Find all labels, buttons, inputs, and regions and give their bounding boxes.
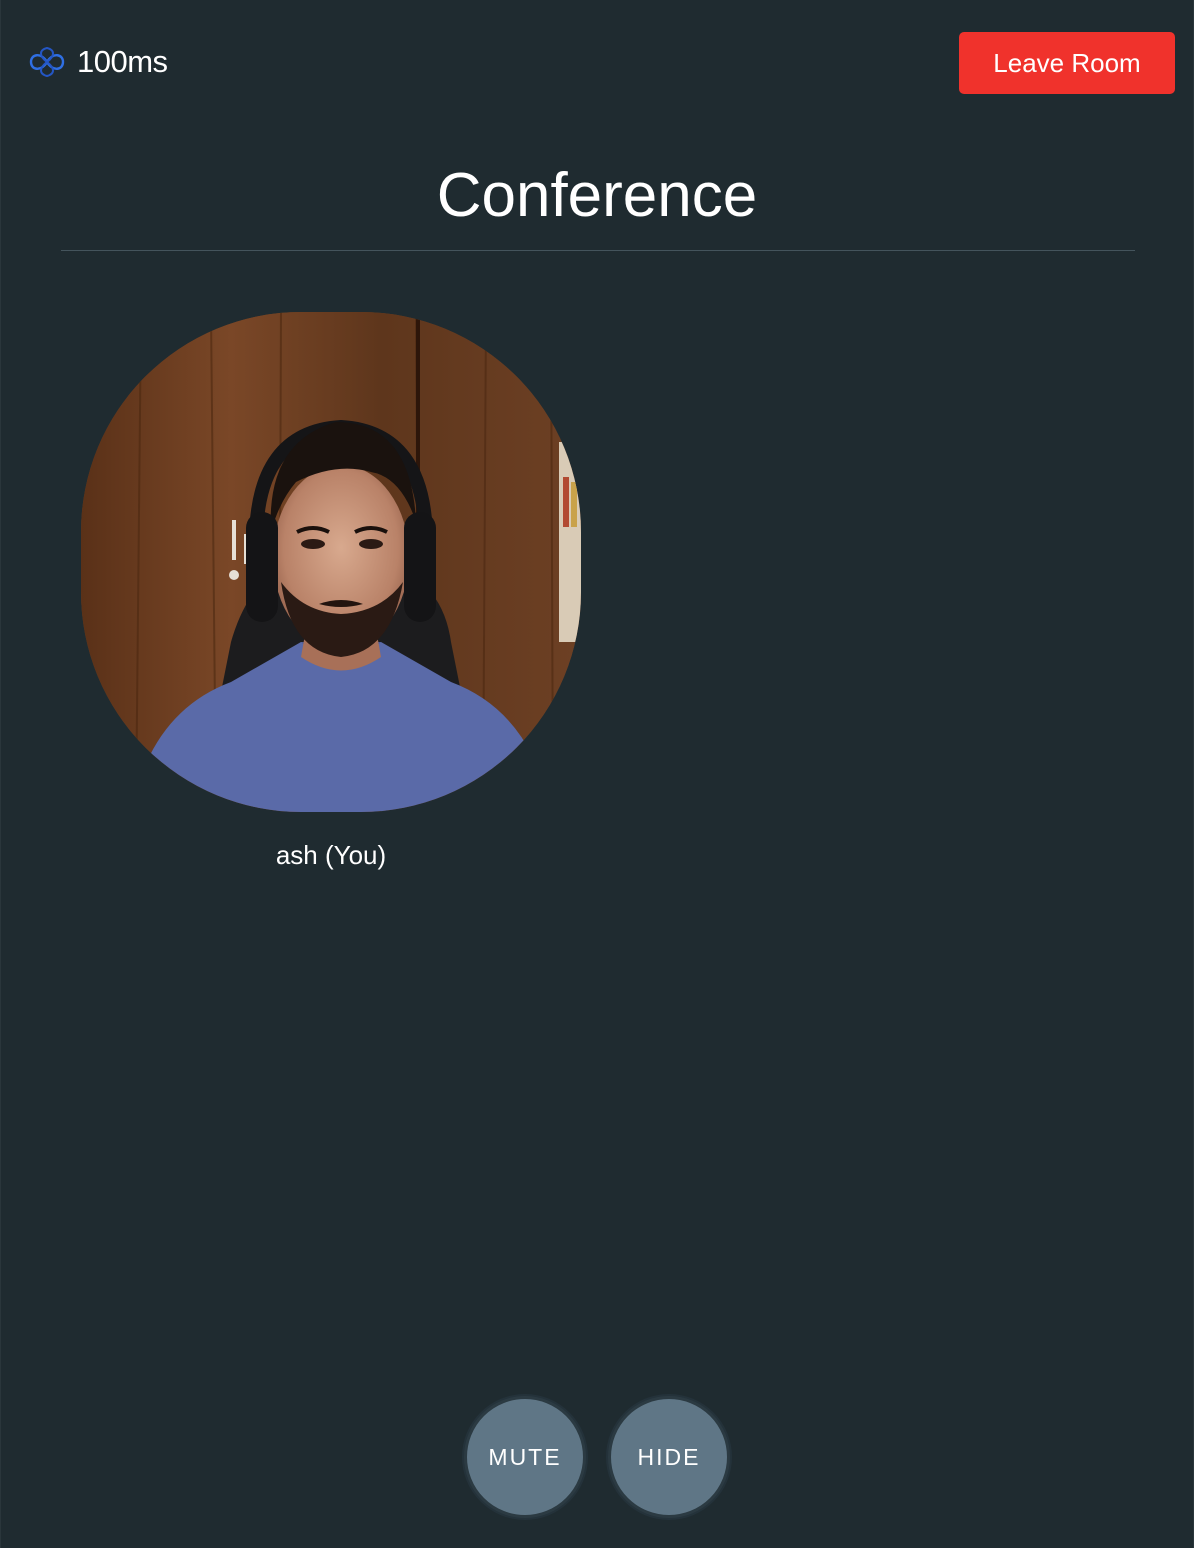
title-divider bbox=[61, 250, 1135, 251]
call-controls: MUTE HIDE bbox=[1, 1396, 1193, 1518]
brand-logo: 100ms bbox=[27, 42, 168, 82]
brand-name: 100ms bbox=[77, 44, 168, 79]
header: 100ms Leave Room bbox=[1, 0, 1193, 130]
infinity-logo-icon bbox=[29, 46, 65, 78]
page-title: Conference bbox=[436, 161, 758, 230]
peer-video bbox=[81, 312, 581, 812]
peer-name-label: ash (You) bbox=[275, 840, 387, 870]
leave-room-button[interactable]: Leave Room bbox=[959, 32, 1175, 94]
camera-feed-image bbox=[81, 312, 581, 812]
peer-tile: ash (You) bbox=[81, 312, 581, 870]
app-window: 100ms Leave Room Conference ash (You) MU… bbox=[0, 0, 1194, 1548]
mute-button[interactable]: MUTE bbox=[464, 1396, 586, 1518]
hide-video-button[interactable]: HIDE bbox=[608, 1396, 730, 1518]
